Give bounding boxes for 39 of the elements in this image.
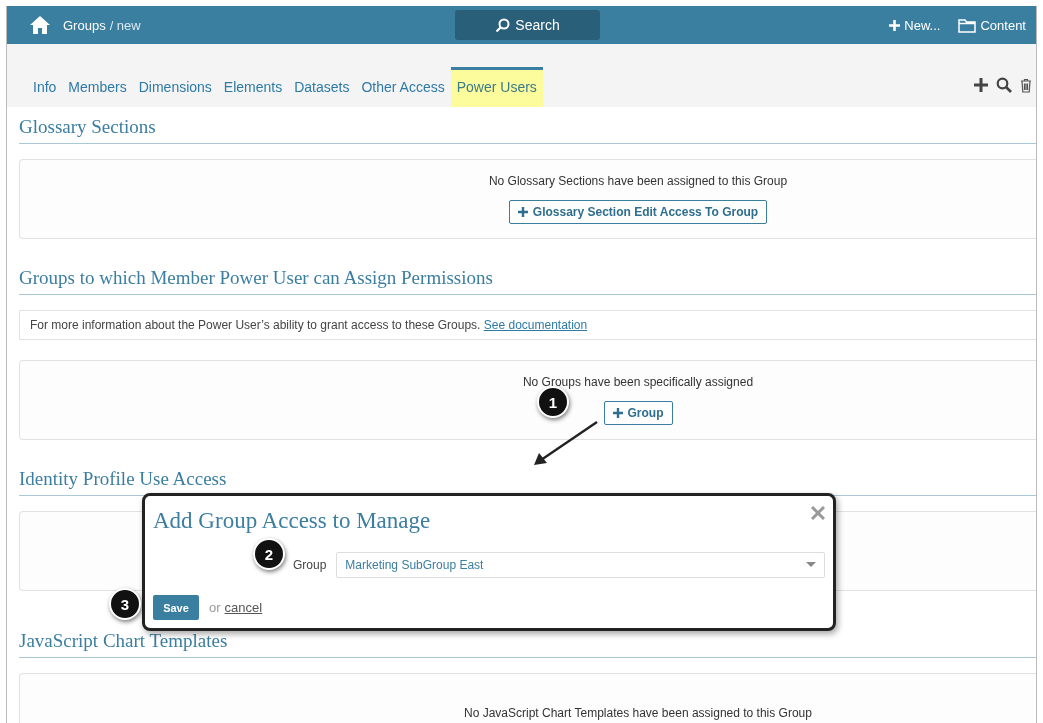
breadcrumb-link[interactable]: Groups xyxy=(63,17,106,33)
empty-message: No JavaScript Chart Templates have been assigned to this Group xyxy=(464,706,812,720)
section-heading: Glossary Sections xyxy=(19,116,1036,144)
empty-message: No Groups have been specifically assigned xyxy=(522,375,754,389)
dialog-title: Add Group Access to Manage xyxy=(153,508,431,534)
close-icon[interactable] xyxy=(811,506,825,520)
search-icon xyxy=(495,17,511,33)
cancel-link[interactable]: cancel xyxy=(224,600,263,615)
documentation-link[interactable]: See documentation xyxy=(483,318,588,332)
plus-icon xyxy=(612,408,623,418)
save-button[interactable]: Save xyxy=(153,595,199,620)
home-icon[interactable] xyxy=(29,15,51,35)
folder-icon xyxy=(958,17,977,33)
step-marker: 3 xyxy=(109,588,141,620)
tab[interactable]: Dimensions xyxy=(132,67,218,107)
search-button[interactable]: Search xyxy=(455,10,600,40)
tab[interactable]: Members xyxy=(62,67,133,107)
tab[interactable]: Datasets xyxy=(288,67,356,107)
tab[interactable]: Power Users xyxy=(450,67,543,107)
breadcrumb-text: / new xyxy=(109,17,141,33)
content-button[interactable]: Content xyxy=(958,17,1026,33)
search-icon[interactable] xyxy=(996,77,1012,93)
caret-icon xyxy=(806,562,816,568)
trash-icon[interactable] xyxy=(1020,77,1032,93)
add-button[interactable]: Group xyxy=(603,401,673,425)
tab[interactable]: Elements xyxy=(217,67,289,107)
section-heading: Groups to which Member Power User can Assign Permissions xyxy=(19,267,1036,295)
group-select[interactable]: Marketing SubGroup East xyxy=(336,552,825,578)
tab[interactable]: Info xyxy=(27,67,63,107)
plus-icon xyxy=(517,207,528,217)
field-label: Group xyxy=(293,558,327,572)
plus-icon[interactable] xyxy=(974,78,988,92)
tab[interactable]: Other Access xyxy=(355,67,451,107)
plus-icon xyxy=(889,19,901,31)
or-text: or xyxy=(209,600,221,615)
new-button[interactable]: New... xyxy=(889,17,941,33)
info-text: For more information about the Power User’s ability to grant access to these Groups. See documentation xyxy=(30,318,588,332)
add-button[interactable]: Glossary Section Edit Access To Group xyxy=(508,200,768,224)
empty-message: No Glossary Sections have been assigned to this Group xyxy=(488,174,788,188)
